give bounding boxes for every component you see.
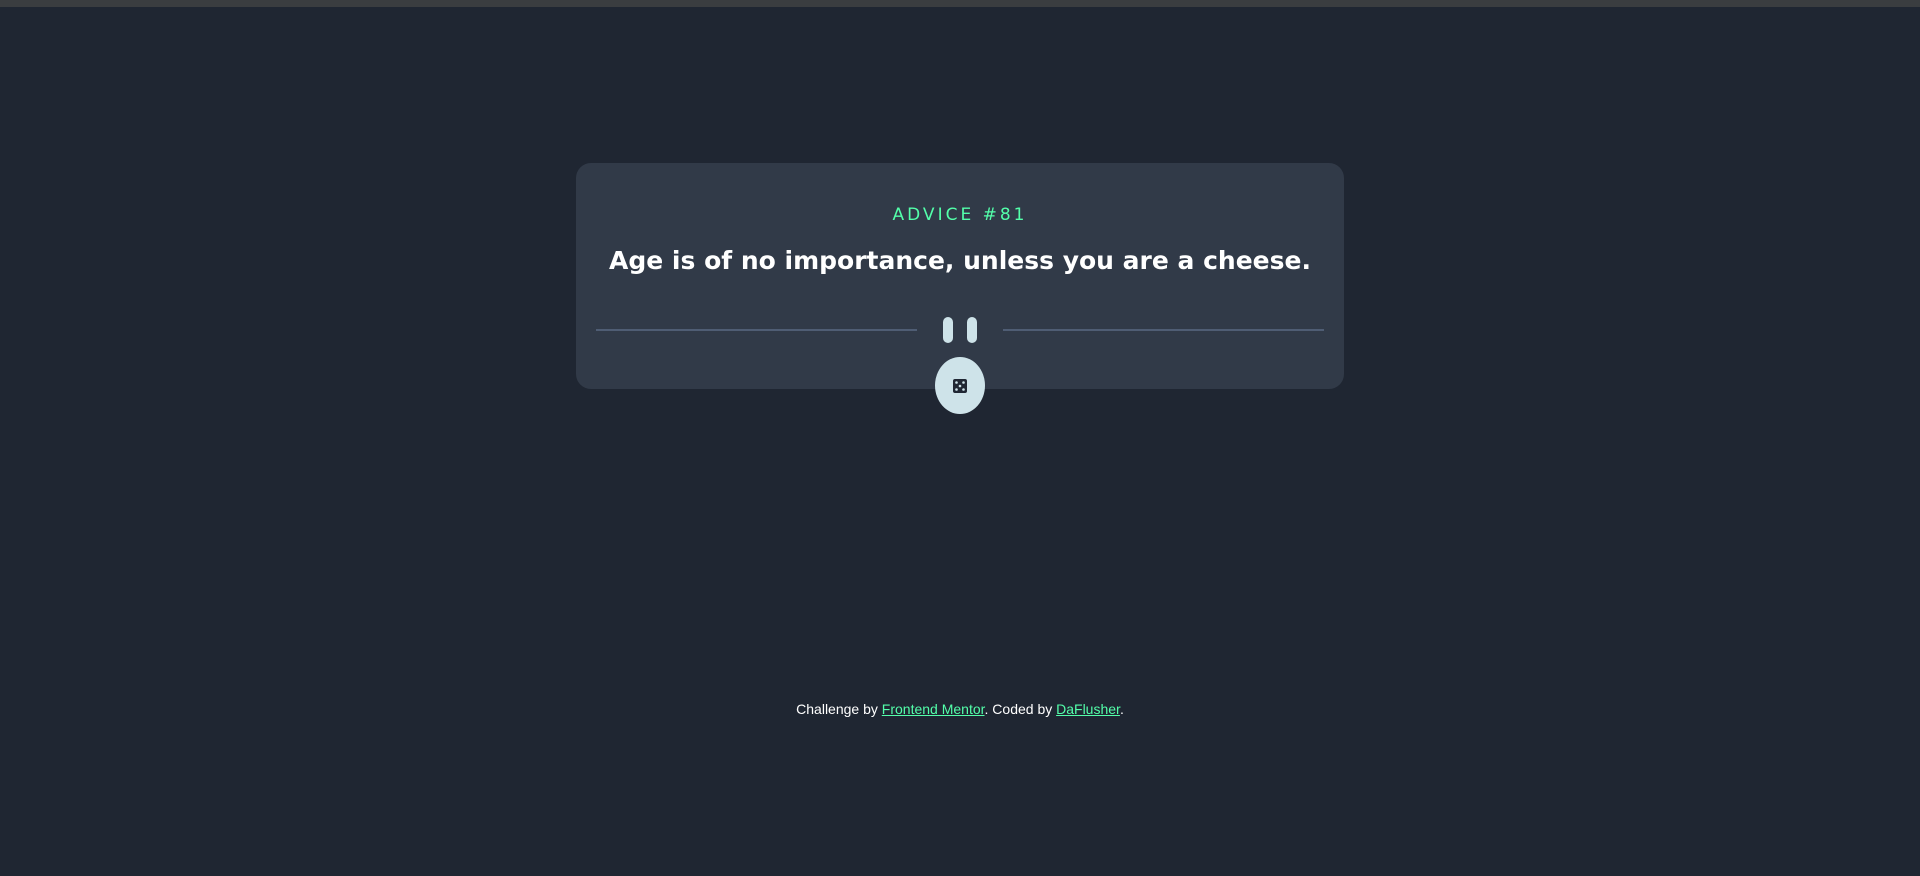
divider-line-left	[596, 329, 917, 331]
pause-bar-left	[943, 317, 953, 343]
advice-text: Age is of no importance, unless you are …	[609, 246, 1311, 275]
advice-id: ADVICE #81	[892, 205, 1028, 225]
advice-card: ADVICE #81 Age is of no importance, unle…	[576, 163, 1344, 389]
browser-top-strip	[0, 0, 1920, 7]
pause-bar-right	[967, 317, 977, 343]
footer-prefix: Challenge by	[796, 701, 882, 717]
footer-middle: . Coded by	[984, 701, 1057, 717]
pause-icon	[943, 317, 977, 343]
pattern-divider	[596, 317, 1324, 343]
frontend-mentor-link[interactable]: Frontend Mentor	[882, 701, 985, 717]
author-link[interactable]: DaFlusher	[1056, 701, 1120, 717]
dice-icon	[953, 378, 967, 393]
new-advice-button[interactable]	[935, 357, 985, 414]
footer-suffix: .	[1119, 701, 1124, 717]
attribution-footer: Challenge by Frontend Mentor. Coded by D…	[0, 701, 1920, 717]
divider-line-right	[1003, 329, 1324, 331]
